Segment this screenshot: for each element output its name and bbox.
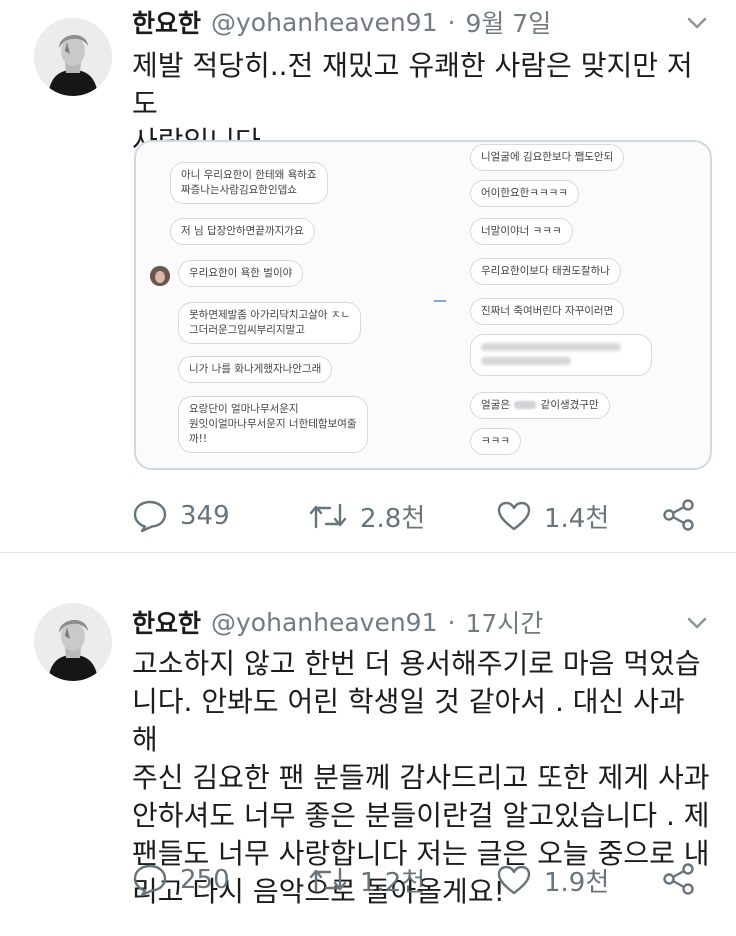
retweet-count: 2.8천 <box>360 503 426 534</box>
chat-bubble-line: 아니 우리요한이 한테왜 욕하죠 <box>181 169 317 181</box>
tweet-text-line: 고소하지 않고 한번 더 용서해주기로 마음 먹었습 <box>132 647 701 680</box>
chat-bubble-line: 원잇이얼마나무서운지 너한테함보여줄 <box>189 418 357 430</box>
blurred-text <box>514 401 537 409</box>
tweet-divider <box>0 552 736 581</box>
like-count: 1.4천 <box>544 503 610 534</box>
chat-bubble-line: 그더러운그입씨부리지말고 <box>189 324 305 336</box>
chat-bubble-line: 짜증나는사람김요한인뎁쇼 <box>181 184 297 196</box>
chat-bubble: 우리요한이 욕한 벌이야 <box>178 260 304 287</box>
separator-dot: · <box>447 7 456 37</box>
blurred-text <box>481 357 571 365</box>
chat-bubble: 니가 나를 화나게했자나안그래 <box>178 356 333 383</box>
share-icon[interactable] <box>662 498 696 532</box>
attached-image[interactable]: 아니 우리요한이 한테왜 욕하죠 짜증나는사람김요한인뎁쇼 저 님 답장안하면끝… <box>134 140 712 470</box>
blurred-chat-bubble <box>470 334 652 376</box>
chat-bubble-text: 얼굴은 <box>481 399 510 411</box>
tweet[interactable]: 한요한 @yohanheaven91 · 17시간 고소하지 않고 한번 더 용… <box>0 580 736 936</box>
chevron-down-icon[interactable] <box>686 12 708 34</box>
tweet-header: 한요한 @yohanheaven91 · 17시간 <box>132 602 543 642</box>
display-name[interactable]: 한요한 <box>132 4 201 40</box>
separator-dot: · <box>447 607 456 637</box>
retweet-icon <box>309 867 347 893</box>
tweet-text-line: 제발 적당히..전 재밌고 유쾌한 사람은 맞지만 저도 <box>132 49 693 120</box>
chat-bubble: 저 님 답장안하면끝까지가요 <box>170 218 315 245</box>
like-count: 1.9천 <box>544 867 610 898</box>
chat-bubble: 아니 우리요한이 한테왜 욕하죠 짜증나는사람김요한인뎁쇼 <box>170 162 328 204</box>
retweet-button[interactable]: 2.8천 <box>308 496 425 536</box>
retweet-count: 1.2천 <box>360 867 426 898</box>
user-handle[interactable]: @yohanheaven91 <box>211 8 437 37</box>
reply-icon <box>133 864 167 897</box>
tweet[interactable]: 한요한 @yohanheaven91 · 9월 7일 제발 적당히..전 재밌고… <box>0 0 736 552</box>
blurred-text <box>481 343 621 351</box>
chat-bubble: 우리요한이보다 태권도잘하나 <box>470 258 621 285</box>
tweet-text-line: 안하셔도 너무 좋은 분들이란걸 알고있습니다 . 제 <box>132 799 710 832</box>
chat-bubble: 요랑단이 얼마나무서운지 원잇이얼마나무서운지 너한테함보여줄 까!! <box>178 396 368 453</box>
like-button[interactable]: 1.9천 <box>496 860 609 900</box>
reply-count: 250 <box>180 865 230 895</box>
chat-bubble-line: 까!! <box>189 433 208 445</box>
chat-bubble-line: 못하면제발좀 아가리닥치고살아 ㅈㄴ <box>189 309 351 321</box>
chat-bubble: 진짜너 죽여버린다 자꾸이러면 <box>470 298 625 325</box>
user-handle[interactable]: @yohanheaven91 <box>211 608 437 637</box>
reply-button[interactable]: 250 <box>132 860 230 900</box>
chat-bubble: 얼굴은 같이생겼구만 <box>470 392 610 419</box>
reply-icon <box>133 500 167 533</box>
chat-bubble-line: 요랑단이 얼마나무서운지 <box>189 403 299 415</box>
tweet-actions: 250 1.2천 1.9천 <box>132 860 716 900</box>
avatar[interactable] <box>34 18 112 96</box>
chat-bubble: 못하면제발좀 아가리닥치고살아 ㅈㄴ 그더러운그입씨부리지말고 <box>178 302 362 344</box>
chevron-down-icon[interactable] <box>686 612 708 634</box>
chat-avatar <box>150 266 170 286</box>
like-button[interactable]: 1.4천 <box>496 496 609 536</box>
display-name[interactable]: 한요한 <box>132 604 201 640</box>
chat-bubble: 니얼굴에 김요한보다 쨉도안되 <box>470 144 625 171</box>
like-icon <box>497 865 531 895</box>
reply-button[interactable]: 349 <box>132 496 230 536</box>
tweet-header: 한요한 @yohanheaven91 · 9월 7일 <box>132 2 551 42</box>
timestamp[interactable]: 17시간 <box>465 604 543 640</box>
chat-bubble-text: 같이생겼구만 <box>540 399 599 411</box>
read-indicator <box>434 300 446 302</box>
chat-bubble: 어이한요한ㅋㅋㅋㅋ <box>470 180 579 207</box>
share-icon[interactable] <box>662 862 696 896</box>
tweet-text-line: 니다. 안봐도 어린 학생일 것 같아서 . 대신 사과 해 <box>132 685 685 756</box>
timestamp[interactable]: 9월 7일 <box>465 4 551 40</box>
avatar[interactable] <box>34 603 112 681</box>
like-icon <box>497 501 531 531</box>
retweet-button[interactable]: 1.2천 <box>308 860 425 900</box>
tweet-actions: 349 2.8천 1.4천 <box>132 496 716 536</box>
tweet-text-line: 주신 김요한 팬 분들께 감사드리고 또한 제게 사과 <box>132 761 710 794</box>
chat-bubble: 너말이야너 ㅋㅋㅋ <box>470 218 573 245</box>
retweet-icon <box>309 503 347 529</box>
chat-bubble: ㅋㅋㅋ <box>470 428 521 455</box>
reply-count: 349 <box>180 501 230 531</box>
